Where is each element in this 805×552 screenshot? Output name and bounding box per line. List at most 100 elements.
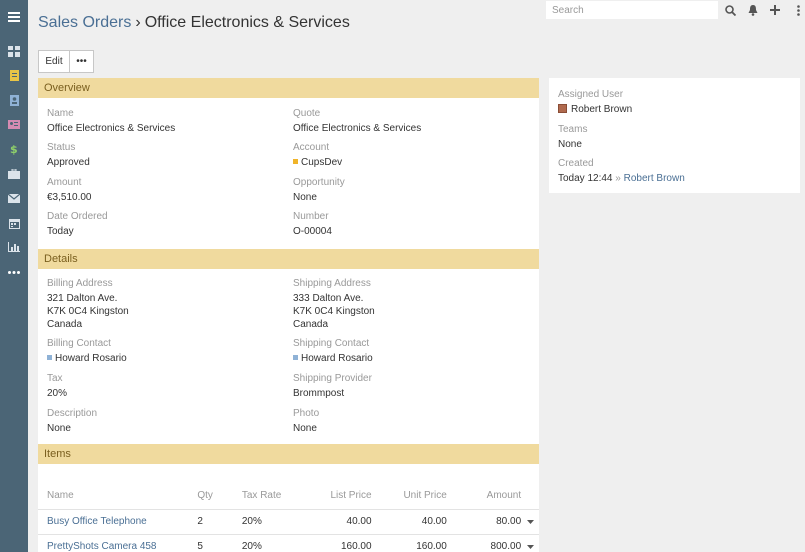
billing-contact-link[interactable]: Howard Rosario [47,352,277,365]
address-line: 321 Dalton Ave. [47,293,118,304]
item-list-price: 160.00 [301,534,372,552]
bell-icon[interactable] [745,2,761,18]
quote-link[interactable]: Office Electronics & Services [293,122,523,135]
detail-panel: Overview Name Office Electronics & Servi… [38,78,539,552]
field-label: Amount [47,177,82,188]
side-panel: Assigned User Robert Brown Teams None Cr… [549,78,800,193]
field-label: Status [47,142,76,153]
contact-dot-icon [293,355,298,360]
items-heading: Items [38,444,539,464]
account-dot-icon [293,159,298,164]
field-label: Photo [293,408,320,419]
column-header-list-price: List Price [301,483,372,510]
page-title: Office Electronics & Services [144,14,350,31]
account-link[interactable]: CupsDev [293,156,523,169]
column-header-tax-rate: Tax Rate [241,483,302,510]
avatar [558,104,567,113]
contact-book-icon[interactable] [0,88,28,112]
contact-dot-icon [47,355,52,360]
field-value: 333 Dalton Ave. K7K 0C4 Kingston Canada [293,292,523,331]
field-date-ordered: Date Ordered Today [47,211,277,238]
assigned-user-link[interactable]: Robert Brown [558,103,632,116]
svg-text:$: $ [10,143,18,155]
column-header-actions [521,483,539,510]
details-heading: Details [38,249,539,269]
field-shipping-provider: Shipping Provider Brommpost [293,373,523,400]
field-label: Teams [558,124,588,135]
breadcrumb-sales-orders-link[interactable]: Sales Orders [38,14,131,31]
field-label: Number [293,211,329,222]
user-name: Robert Brown [571,104,633,115]
search-input[interactable] [546,1,718,19]
breadcrumb-separator: › [135,14,141,31]
dollar-icon[interactable]: $ [0,137,28,161]
column-header-name: Name [38,483,198,510]
field-tax: Tax 20% [47,373,277,400]
tax-link[interactable]: 20% [47,387,277,400]
overview-heading: Overview [38,78,539,98]
field-value: Office Electronics & Services [47,123,176,134]
item-name-link[interactable]: Busy Office Telephone [38,509,198,535]
field-value: €3,510.00 [47,192,92,203]
address-line: K7K 0C4 Kingston [47,306,129,317]
column-header-unit-price: Unit Price [371,483,447,510]
item-amount: 80.00 [446,509,522,535]
contact-card-icon[interactable] [0,112,28,136]
menu-icon[interactable] [0,5,28,29]
field-value: None [293,192,317,203]
briefcase-icon[interactable] [0,162,28,186]
more-icon[interactable] [0,260,28,284]
field-label: Quote [293,108,321,119]
address-line: 333 Dalton Ave. [293,293,364,304]
row-dropdown-icon[interactable] [521,509,539,535]
field-label: Billing Address [47,278,113,289]
envelope-icon[interactable] [0,186,28,210]
field-billing-address: Billing Address 321 Dalton Ave. K7K 0C4 … [47,278,277,331]
address-line: Canada [47,319,83,330]
field-amount: Amount €3,510.00 [47,177,277,204]
field-opportunity: Opportunity None [293,177,523,204]
field-photo: Photo None [293,408,523,435]
table-header-row: Name Qty Tax Rate List Price Unit Price … [38,483,539,510]
edit-button[interactable]: Edit [38,50,70,73]
shipping-contact-link[interactable]: Howard Rosario [293,352,523,365]
field-status: Status Approved [47,142,277,169]
document-icon[interactable] [0,63,28,87]
field-quote: Quote Office Electronics & Services [293,108,523,135]
field-label: Billing Contact [47,338,111,349]
field-label: Description [47,408,98,419]
shipping-provider-link[interactable]: Brommpost [293,387,523,400]
field-shipping-address: Shipping Address 333 Dalton Ave. K7K 0C4… [293,278,523,331]
item-list-price: 40.00 [301,509,372,535]
plus-icon[interactable] [767,2,783,18]
field-label: Shipping Contact [293,338,370,349]
row-dropdown-icon[interactable] [521,534,539,552]
item-name-link[interactable]: PrettyShots Camera 458 [38,534,198,552]
item-tax-rate: 20% [241,509,302,535]
address-line: Canada [293,319,329,330]
field-description: Description None [47,408,277,435]
column-header-qty: Qty [197,483,242,510]
vertical-dots-icon[interactable] [790,2,805,18]
item-qty: 5 [197,534,242,552]
created-by-link[interactable]: Robert Brown [624,173,685,184]
field-billing-contact: Billing Contact Howard Rosario [47,338,277,365]
field-name: Name Office Electronics & Services [47,108,277,135]
account-name: CupsDev [301,157,343,168]
dashboard-icon[interactable] [0,39,28,63]
field-label: Name [47,108,74,119]
items-table: Name Qty Tax Rate List Price Unit Price … [38,483,539,552]
created-separator: » [615,173,621,184]
field-label: Opportunity [293,177,345,188]
item-amount: 800.00 [446,534,522,552]
field-value: None [47,423,71,434]
item-unit-price: 40.00 [371,509,447,535]
search-icon[interactable] [722,2,738,18]
field-assigned-user: Assigned User Robert Brown [558,89,632,116]
bar-chart-icon[interactable] [0,235,28,259]
record-actions: Edit ••• [38,50,94,73]
more-actions-button[interactable]: ••• [70,50,94,73]
table-row: Busy Office Telephone 2 20% 40.00 40.00 … [38,509,539,535]
calendar-icon[interactable] [0,211,28,235]
breadcrumb: Sales Orders › Office Electronics & Servic… [38,14,350,32]
